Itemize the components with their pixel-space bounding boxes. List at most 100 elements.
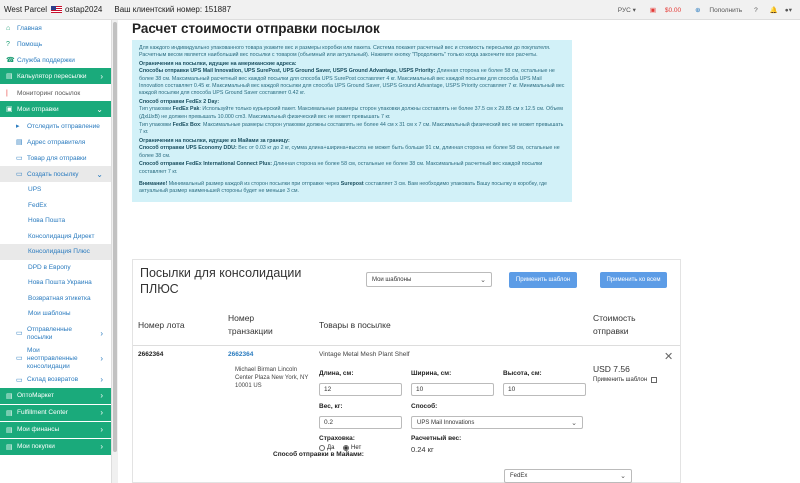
sidebar-item-label: Товар для отправки bbox=[27, 154, 87, 162]
sidebar-item-returns-warehouse[interactable]: ▭ Склад возвратов › bbox=[0, 372, 111, 388]
info-us-heading: Ограничения на посылки, идущие на америк… bbox=[139, 60, 297, 67]
product-name: Vintage Metal Mesh Plant Shelf bbox=[319, 351, 410, 358]
close-icon[interactable]: ✕ bbox=[664, 350, 673, 363]
sidebar-item-consolidation-direct[interactable]: Консолидация Директ bbox=[0, 229, 111, 245]
col-items: Товары в посылке bbox=[319, 320, 391, 330]
sidebar-item-my-shipments[interactable]: ▣ Мои отправки ⌄ bbox=[0, 101, 111, 117]
consolidation-panel: Посылки для консолидации ПЛЮС Мои шаблон… bbox=[132, 259, 681, 483]
plus-icon: ⊕ bbox=[695, 7, 701, 14]
chevron-down-icon: ⌄ bbox=[571, 419, 577, 427]
sidebar-item-home[interactable]: ⌂ Главная bbox=[0, 20, 111, 36]
apply-template-button[interactable]: Применить шаблон bbox=[509, 272, 577, 288]
bell-icon[interactable]: 🔔 bbox=[770, 6, 778, 14]
col-lot: Номер лота bbox=[138, 320, 185, 330]
sidebar-item-sender-address[interactable]: ▤ Адрес отправителя bbox=[0, 134, 111, 150]
chevron-down-icon: ⌄ bbox=[620, 473, 626, 480]
chevron-right-icon: › bbox=[100, 375, 103, 384]
length-label: Длина, см: bbox=[319, 370, 354, 377]
fulfillment-icon: ▤ bbox=[6, 409, 13, 417]
cart-icon: ▤ bbox=[6, 443, 13, 451]
sidebar-item-consolidation-plus[interactable]: Консолидация Плюс bbox=[0, 244, 111, 260]
sidebar-item-monitoring[interactable]: | Мониторинг посылок bbox=[0, 85, 111, 101]
length-input[interactable]: 12 bbox=[319, 383, 402, 396]
info-fedex-pak-prefix: Тип упаковки bbox=[139, 106, 172, 113]
template-select[interactable]: Мои шаблоны ⌄ bbox=[366, 272, 492, 287]
miami-method-select[interactable]: FedEx ⌄ bbox=[504, 469, 632, 483]
help-question[interactable]: ? bbox=[754, 7, 758, 14]
sidebar-item-unsent-consolidations[interactable]: ▭ Мои неотправленные консолидации › bbox=[0, 347, 111, 372]
scrollbar-thumb[interactable] bbox=[113, 22, 117, 452]
topup-link[interactable]: ⊕ Пополнить bbox=[688, 6, 742, 14]
sidebar-item-nova-poshta-ua[interactable]: Нова Пошта Украина bbox=[0, 275, 111, 291]
sidebar-item-label: Fulfillment Center bbox=[17, 409, 68, 416]
info-intl-heading: Ограничения на посылки, идущие из Майами… bbox=[139, 137, 290, 144]
method-select-value: UPS Mail Innovations bbox=[417, 419, 475, 426]
goods-icon: ▭ bbox=[16, 155, 23, 162]
height-label: Высота, см: bbox=[503, 370, 542, 377]
info-us-methods: Способы отправки UPS Mail Innovation, UP… bbox=[139, 68, 565, 98]
info-us-methods-label: Способы отправки UPS Mail Innovation, UP… bbox=[139, 68, 436, 75]
sidebar-item-nova-poshta[interactable]: Нова Пошта bbox=[0, 213, 111, 229]
chevron-down-icon: ⌄ bbox=[96, 169, 103, 179]
calc-weight-label: Расчетный вес: bbox=[411, 435, 462, 442]
panel-title: Посылки для консолидации ПЛЮС bbox=[140, 266, 302, 296]
username[interactable]: ostap2024 bbox=[65, 5, 102, 14]
info-fedex-box-text: : Максимальные размеры сторон упаковки д… bbox=[139, 122, 564, 136]
sidebar-item-return-label[interactable]: Возвратная этикетка bbox=[0, 291, 111, 307]
sidebar-item-track[interactable]: ▸ Отследить отправление bbox=[0, 118, 111, 134]
shipping-price: USD 7.56 bbox=[593, 364, 630, 374]
sidebar-item-label: Нова Пошта Украина bbox=[28, 279, 92, 287]
width-input[interactable]: 10 bbox=[411, 383, 494, 396]
sidebar-item-label: Служба поддержки bbox=[17, 56, 75, 64]
balance[interactable]: ▣ $0.00 bbox=[643, 6, 681, 14]
page-title: Расчет стоимости отправки посылок bbox=[132, 21, 380, 36]
sidebar-item-finances[interactable]: ▤ Мои финансы › bbox=[0, 421, 111, 438]
sidebar-item-label: Мои шаблоны bbox=[28, 310, 71, 318]
brand-name[interactable]: West Parcel bbox=[0, 5, 47, 14]
tracking-link[interactable]: 2662364 bbox=[228, 351, 253, 358]
sidebar-item-label: FedEx bbox=[28, 201, 47, 209]
chevron-right-icon: › bbox=[100, 442, 103, 451]
weight-input[interactable]: 0.2 bbox=[319, 416, 402, 429]
sidebar-item-sent-parcels[interactable]: ▭ Отправленные посылки › bbox=[0, 322, 111, 347]
unsent-icon: ▭ bbox=[16, 355, 23, 362]
language-select[interactable]: РУС ▾ bbox=[611, 6, 636, 14]
sidebar-item-goods[interactable]: ▭ Товар для отправки bbox=[0, 150, 111, 166]
method-label: Способ: bbox=[411, 403, 438, 410]
sidebar: ⌂ Главная ? Помощь ☎ Служба поддержки ▤ Каль… bbox=[0, 20, 112, 483]
info-attention-label: Внимание! bbox=[139, 180, 168, 187]
info-intro: Для каждого индивидуально упакованного т… bbox=[139, 45, 551, 59]
sidebar-item-purchases[interactable]: ▤ Мои покупки › bbox=[0, 438, 111, 455]
chevron-right-icon: › bbox=[100, 408, 103, 417]
sidebar-item-fulfillment[interactable]: ▤ Fulfillment Center › bbox=[0, 404, 111, 421]
sidebar-item-optomarket[interactable]: ▤ OптоMаркет › bbox=[0, 387, 111, 404]
address-icon: ▤ bbox=[16, 139, 23, 146]
support-icon: ☎ bbox=[6, 57, 15, 64]
sidebar-item-support[interactable]: ☎ Служба поддержки bbox=[0, 52, 111, 68]
col-cost: Стоимость отправки bbox=[593, 313, 636, 336]
weight-label: Вес, кг: bbox=[319, 403, 343, 410]
sidebar-item-ups[interactable]: UPS bbox=[0, 182, 111, 198]
topup-label: Пополнить bbox=[709, 7, 743, 14]
apply-all-button[interactable]: Применить ко всем bbox=[600, 272, 667, 288]
checkbox[interactable] bbox=[651, 377, 658, 383]
info-fedex-box: Тип упаковки FedEx Box: Максимальные раз… bbox=[139, 122, 565, 137]
info-attention-text1: Минимальный размер каждой из сторон посы… bbox=[168, 180, 340, 187]
sidebar-item-templates[interactable]: Мои шаблоны bbox=[0, 306, 111, 322]
sidebar-item-dpd[interactable]: DPD в Европу bbox=[0, 260, 111, 276]
sidebar-item-calculator[interactable]: ▤ Кальулятор пересылки › bbox=[0, 68, 111, 84]
top-bar-right: РУС ▾ ▣ $0.00 ⊕ Пополнить ? 🔔 ●▾ bbox=[604, 0, 800, 20]
sidebar-item-help[interactable]: ? Помощь bbox=[0, 36, 111, 52]
sidebar-scrollbar[interactable] bbox=[112, 20, 118, 483]
sidebar-item-label: Консолидация Плюс bbox=[28, 248, 90, 256]
height-input[interactable]: 10 bbox=[503, 383, 586, 396]
insurance-label: Страховка: bbox=[319, 435, 355, 442]
table-header: Номер лота Номер транзакции Товары в пос… bbox=[133, 310, 680, 346]
sidebar-item-label: Кальулятор пересылки bbox=[17, 72, 87, 80]
method-select[interactable]: UPS Mail Innovations ⌄ bbox=[411, 416, 583, 429]
sidebar-item-create-parcel[interactable]: ▭ Создать посылку ⌄ bbox=[0, 166, 111, 182]
apply-template-checkbox[interactable]: Применить шаблон bbox=[593, 377, 658, 383]
sidebar-item-fedex[interactable]: FedEx bbox=[0, 198, 111, 214]
info-box: Для каждого индивидуально упакованного т… bbox=[132, 40, 572, 202]
user-icon[interactable]: ●▾ bbox=[785, 6, 792, 14]
